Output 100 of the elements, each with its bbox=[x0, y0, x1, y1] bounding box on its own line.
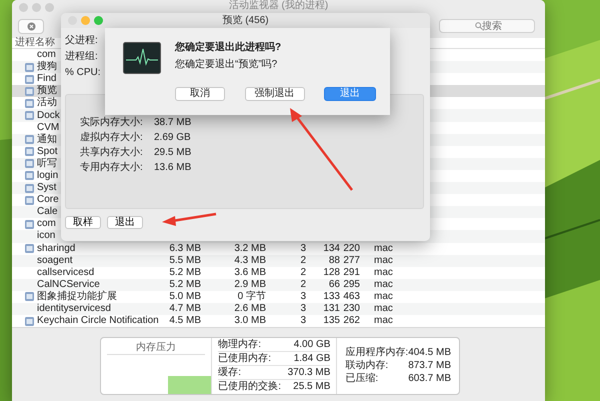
table-cell: Dock bbox=[37, 110, 60, 121]
window-control-icon[interactable] bbox=[81, 16, 90, 25]
memory-value: 2.69 GB bbox=[154, 132, 191, 144]
alert-button[interactable]: 强制退出 bbox=[244, 87, 304, 101]
table-cell: mac bbox=[374, 242, 393, 254]
table-cell: 131 bbox=[323, 303, 340, 314]
table-cell: identityservicesd bbox=[37, 303, 111, 314]
process-row[interactable]: identityservicesd 4.7 MB 2.6 MB 3 131 230 mac bbox=[12, 302, 545, 316]
stat-label: 应用程序内存: bbox=[345, 347, 408, 360]
stat-label: 联动内存: bbox=[345, 360, 388, 372]
table-cell: Keychain Circle Notification bbox=[37, 315, 159, 326]
memory-label: 专用内存大小: bbox=[80, 162, 143, 173]
sheet-button[interactable]: 取样 bbox=[65, 216, 101, 229]
table-cell: 277 bbox=[343, 254, 360, 266]
table-cell: 220 bbox=[343, 242, 360, 254]
table-cell: 2.6 MB bbox=[234, 303, 266, 314]
table-cell: callservicesd bbox=[37, 266, 94, 278]
alert-message: 您确定要退出“预览”吗? bbox=[175, 59, 278, 71]
table-cell: 2 bbox=[300, 266, 306, 278]
memory-label: 实际内存大小: bbox=[80, 117, 143, 128]
memory-label: 虚拟内存大小: bbox=[80, 132, 143, 143]
close-icon bbox=[26, 22, 36, 30]
memory-label: 共享内存大小: bbox=[80, 147, 143, 158]
table-cell: 66 bbox=[328, 278, 340, 290]
table-cell: 5.5 MB bbox=[169, 254, 201, 266]
table-cell: Find bbox=[37, 73, 56, 84]
table-cell: mac bbox=[374, 290, 393, 302]
window-control-icon[interactable] bbox=[94, 16, 103, 25]
table-cell: 0 字节 bbox=[238, 290, 266, 302]
table-cell: sharingd bbox=[37, 242, 76, 254]
process-row[interactable]: soagent 5.5 MB 4.3 MB 2 88 277 mac bbox=[12, 254, 545, 267]
info-label: 父进程: bbox=[65, 35, 98, 47]
table-cell: mac bbox=[374, 254, 393, 266]
table-cell: 5.2 MB bbox=[169, 266, 201, 278]
stat-value: 603.7 MB bbox=[408, 373, 451, 386]
stat-label: 物理内存: bbox=[218, 338, 262, 351]
table-cell: 3 bbox=[300, 290, 306, 302]
column-header[interactable]: 进程名称 bbox=[15, 38, 55, 48]
memory-value: 13.6 MB bbox=[154, 162, 192, 174]
process-row[interactable]: CalNCService 5.2 MB 2.9 MB 2 66 295 mac bbox=[12, 278, 545, 291]
table-cell: 3.6 MB bbox=[234, 266, 266, 278]
close-process-button[interactable] bbox=[18, 18, 44, 34]
table-cell: 291 bbox=[343, 266, 360, 278]
stat-value: 873.7 MB bbox=[408, 360, 451, 372]
memory-pressure-label: 内存压力 bbox=[107, 340, 206, 356]
search-icon bbox=[475, 22, 483, 30]
table-cell: 5.2 MB bbox=[169, 278, 201, 290]
table-cell: 133 bbox=[323, 290, 340, 302]
table-cell: 3.0 MB bbox=[234, 315, 266, 326]
table-cell: 活动 bbox=[37, 97, 57, 108]
table-cell: 4.7 MB bbox=[169, 303, 201, 314]
stat-value: 404.5 MB bbox=[408, 347, 451, 360]
stat-value: 4.00 GB bbox=[294, 338, 330, 351]
table-cell: icon bbox=[37, 230, 56, 242]
sheet-button[interactable]: 退出 bbox=[107, 216, 143, 229]
stat-value: 1.84 GB bbox=[294, 352, 330, 365]
activity-monitor-icon bbox=[123, 42, 161, 74]
stat-value: 370.3 MB bbox=[288, 366, 330, 379]
table-cell: 3.2 MB bbox=[234, 242, 266, 254]
table-cell: 463 bbox=[343, 290, 360, 302]
window-title: 预览 (456) bbox=[222, 15, 269, 26]
table-cell: mac bbox=[374, 315, 393, 326]
window-control-icon[interactable] bbox=[45, 2, 54, 12]
table-cell: CalNCService bbox=[37, 278, 100, 290]
table-cell: 295 bbox=[343, 278, 360, 290]
memory-value: 29.5 MB bbox=[154, 147, 192, 159]
table-cell: 2 bbox=[300, 278, 306, 290]
memory-pressure-graph bbox=[168, 376, 212, 394]
table-cell: Syst bbox=[37, 182, 56, 194]
stat-label: 已使用的交换: bbox=[218, 381, 282, 394]
search-field[interactable]: 搜索 bbox=[439, 19, 535, 33]
table-cell: 2 bbox=[300, 254, 306, 266]
table-cell: 3 bbox=[300, 242, 306, 254]
stat-label: 已使用内存: bbox=[218, 352, 272, 365]
window-control-icon[interactable] bbox=[32, 2, 41, 12]
stat-label: 缓存: bbox=[218, 366, 242, 379]
table-cell: com bbox=[37, 49, 56, 60]
info-label: 进程组: bbox=[65, 51, 98, 63]
window-title: 活动监视器 (我的进程) bbox=[228, 0, 328, 11]
table-cell: 134 bbox=[323, 242, 340, 254]
table-cell: 230 bbox=[343, 303, 360, 314]
table-cell: 听写 bbox=[37, 158, 57, 169]
alert-button[interactable]: 取消 bbox=[175, 87, 225, 101]
table-cell: 搜狗 bbox=[37, 61, 57, 72]
table-cell: 预览 bbox=[37, 85, 57, 96]
table-cell: soagent bbox=[37, 254, 73, 266]
table-cell: 262 bbox=[343, 315, 360, 326]
table-cell: mac bbox=[374, 266, 393, 278]
table-cell: Core bbox=[37, 194, 59, 206]
table-cell: Cale bbox=[37, 206, 58, 218]
table-cell: login bbox=[37, 170, 58, 181]
window-control-icon[interactable] bbox=[19, 2, 28, 12]
stat-label: 已压缩: bbox=[345, 373, 378, 386]
memory-value: 38.7 MB bbox=[154, 117, 192, 129]
table-cell: com bbox=[37, 218, 56, 230]
stat-value: 25.5 MB bbox=[293, 381, 330, 394]
table-cell: 4.5 MB bbox=[169, 315, 201, 326]
table-cell: 88 bbox=[328, 254, 340, 266]
table-cell: 135 bbox=[323, 315, 340, 326]
table-cell: 2.9 MB bbox=[234, 278, 266, 290]
